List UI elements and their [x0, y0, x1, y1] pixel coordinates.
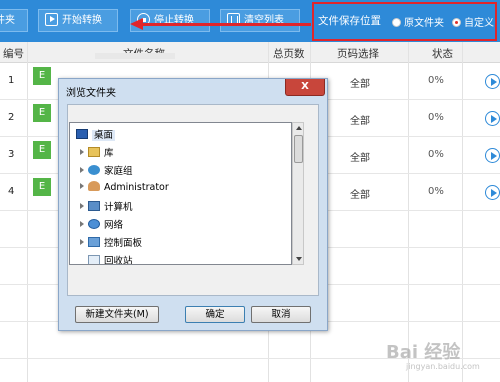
computer-icon — [88, 201, 100, 211]
library-icon — [88, 147, 100, 157]
tree-item-control-panel[interactable]: 控制面板 — [80, 235, 142, 249]
desktop-icon — [76, 129, 88, 139]
expand-icon[interactable] — [80, 221, 84, 227]
play-icon[interactable] — [485, 148, 500, 163]
tree-item-homegroup[interactable]: 家庭组 — [80, 163, 133, 177]
folder-tree[interactable]: 桌面 库 家庭组 Administrator 计算机 网络 控制面板 回收站 — [69, 122, 292, 265]
browse-folder-dialog: 浏览文件夹 X 桌面 库 家庭组 Administrator 计算机 网络 控制… — [58, 78, 328, 331]
excel-file-icon: E — [33, 67, 51, 85]
expand-icon[interactable] — [80, 239, 84, 245]
cancel-button[interactable]: 取消 — [251, 306, 311, 323]
tree-item-recycle-bin[interactable]: 回收站 — [88, 253, 133, 264]
expand-icon[interactable] — [80, 183, 84, 189]
scroll-down-icon[interactable] — [296, 257, 302, 261]
page-range[interactable]: 全部 — [350, 75, 370, 90]
page-range[interactable]: 全部 — [350, 149, 370, 164]
expand-icon[interactable] — [80, 149, 84, 155]
page-range[interactable]: 全部 — [350, 186, 370, 201]
arrow-head-icon — [130, 18, 143, 30]
progress-status: 0% — [428, 186, 444, 197]
watermark-logo: Bai 经验 jingyan.baidu.com — [386, 342, 480, 371]
col-pages: 总页数 — [273, 48, 305, 60]
progress-status: 0% — [428, 149, 444, 160]
col-num: 编号 — [3, 48, 24, 60]
tree-scrollbar[interactable] — [292, 122, 304, 265]
expand-icon[interactable] — [80, 203, 84, 209]
new-folder-button[interactable]: 新建文件夹(M) — [75, 306, 159, 323]
tree-item-administrator[interactable]: Administrator — [80, 181, 169, 193]
network-icon — [88, 219, 100, 229]
annotation-arrow — [141, 23, 311, 26]
highlight-box — [312, 2, 497, 41]
add-folder-button[interactable]: 件夹 — [0, 9, 28, 32]
progress-status: 0% — [428, 112, 444, 123]
scroll-thumb[interactable] — [294, 135, 303, 163]
col-status: 状态 — [432, 48, 453, 60]
play-icon[interactable] — [485, 74, 500, 89]
play-icon[interactable] — [485, 185, 500, 200]
scroll-up-icon[interactable] — [296, 126, 302, 130]
recycle-bin-icon — [88, 255, 100, 264]
close-button[interactable]: X — [285, 79, 325, 96]
user-icon — [88, 181, 100, 191]
excel-file-icon: E — [33, 141, 51, 159]
homegroup-icon — [88, 165, 100, 175]
tree-item-computer[interactable]: 计算机 — [80, 199, 133, 213]
expand-icon[interactable] — [80, 167, 84, 173]
dialog-title: 浏览文件夹 — [66, 88, 116, 99]
start-convert-button[interactable]: 开始转换 — [38, 9, 118, 32]
row-num: 1 — [8, 75, 15, 86]
progress-status: 0% — [428, 75, 444, 86]
page-range[interactable]: 全部 — [350, 112, 370, 127]
blurred-filename — [95, 53, 175, 59]
excel-file-icon: E — [33, 104, 51, 122]
tree-item-desktop[interactable]: 桌面 — [76, 127, 116, 141]
col-range: 页码选择 — [337, 48, 379, 60]
excel-file-icon: E — [33, 178, 51, 196]
row-num: 4 — [8, 186, 15, 197]
control-panel-icon — [88, 237, 100, 247]
play-icon — [45, 13, 58, 26]
tree-item-network[interactable]: 网络 — [80, 217, 123, 231]
play-icon[interactable] — [485, 111, 500, 126]
row-num: 2 — [8, 112, 15, 123]
row-num: 3 — [8, 149, 15, 160]
table-header: 编号 文件名称 总页数 页码选择 状态 — [0, 42, 500, 63]
tree-item-library[interactable]: 库 — [80, 145, 114, 159]
clear-list-button[interactable]: 清空列表 — [220, 9, 300, 32]
ok-button[interactable]: 确定 — [185, 306, 245, 323]
